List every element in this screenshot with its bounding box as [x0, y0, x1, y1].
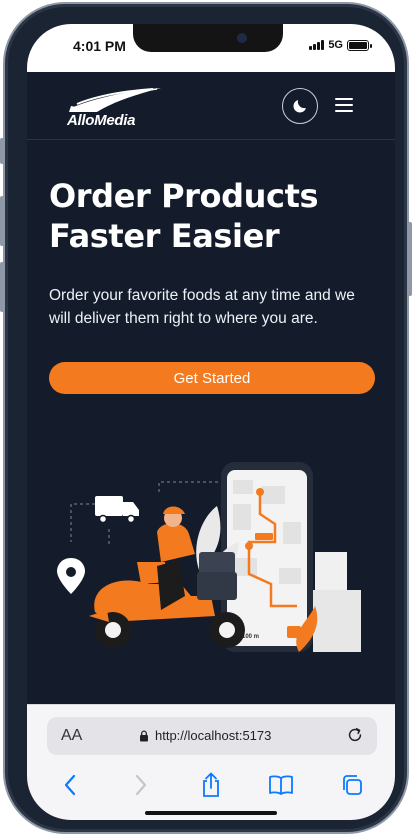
battery-icon [347, 39, 372, 51]
share-icon [203, 772, 219, 797]
safari-bottom-bar: AA http://localhost:5173 [27, 704, 395, 820]
forward-icon [135, 774, 146, 796]
status-indicators: 5G [309, 39, 372, 51]
hero-title: Order Products Faster Easier [49, 176, 369, 256]
camera [237, 33, 247, 43]
signal-icon [309, 40, 325, 50]
text-size-label: AA [61, 727, 83, 744]
tabs-icon [342, 775, 362, 795]
address-bar[interactable]: AA http://localhost:5173 [47, 717, 377, 755]
reload-icon[interactable] [345, 725, 365, 745]
back-icon [65, 774, 76, 796]
safari-toolbar [27, 767, 395, 803]
bookmarks-icon [269, 775, 294, 795]
notch [133, 24, 283, 52]
phone-frame: 4:01 PM 5G AlloMedia Order Products Fast… [3, 2, 409, 834]
delivery-truck-icon [95, 496, 139, 524]
network-type: 5G [328, 39, 343, 51]
tabs-button[interactable] [337, 770, 367, 800]
text-size-button[interactable]: AA [61, 727, 82, 745]
hamburger-line [335, 110, 353, 112]
url-text: http://localhost:5173 [155, 728, 272, 743]
hamburger-menu-button[interactable] [335, 98, 353, 112]
status-bar: 4:01 PM 5G [27, 24, 395, 72]
hero-title-line-2: Faster Easier [49, 217, 280, 255]
hamburger-line [335, 98, 353, 100]
delivery-boxes [313, 552, 361, 652]
logo-text: AlloMedia [67, 112, 136, 129]
map-route-lines [70, 481, 219, 544]
home-indicator [145, 811, 277, 815]
hamburger-line [335, 104, 353, 106]
theme-toggle-button[interactable] [282, 88, 318, 124]
phone-screen: 4:01 PM 5G AlloMedia Order Products Fast… [27, 24, 395, 820]
url-display: http://localhost:5173 [139, 728, 271, 743]
share-button[interactable] [196, 770, 226, 800]
get-started-button[interactable]: Get Started [49, 362, 375, 394]
hero-title-line-1: Order Products [49, 177, 319, 215]
app-navbar: AlloMedia [27, 72, 395, 140]
bookmarks-button[interactable] [266, 770, 296, 800]
delivery-illustration: 1,100 m [57, 462, 361, 652]
status-time: 4:01 PM [73, 38, 126, 54]
hero-subtitle: Order your favorite foods at any time an… [49, 287, 355, 327]
lock-icon [140, 729, 148, 741]
forward-button[interactable] [126, 770, 156, 800]
back-button[interactable] [55, 770, 85, 800]
location-pin-icon [57, 558, 85, 594]
brand-logo[interactable]: AlloMedia [67, 86, 163, 130]
moon-icon [293, 100, 306, 113]
